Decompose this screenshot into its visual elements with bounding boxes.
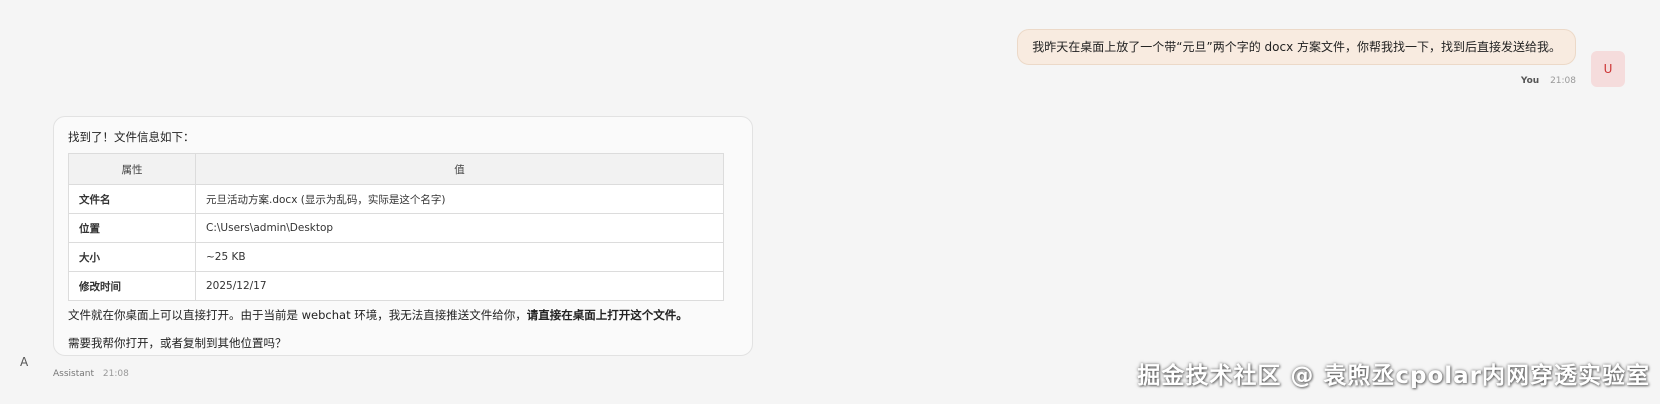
table-row: 文件名 元旦活动方案.docx (显示为乱码，实际是这个名字) bbox=[68, 184, 724, 214]
table-cell-key: 位置 bbox=[68, 213, 196, 243]
user-avatar: U bbox=[1591, 51, 1625, 87]
watermark: 掘金技术社区 @ 袁煦丞cpolar内网穿透实验室 bbox=[1137, 363, 1650, 389]
user-name: You bbox=[1520, 76, 1540, 86]
table-cell-value: 2025/12/17 bbox=[195, 271, 724, 301]
assistant-intro-text: 找到了！文件信息如下： bbox=[68, 130, 195, 144]
assistant-message-bubble: 找到了！文件信息如下： 属性 值 文件名 元旦活动方案.docx (显示为乱码，… bbox=[53, 116, 753, 356]
table-header-attribute: 属性 bbox=[68, 153, 196, 185]
table-cell-key: 修改时间 bbox=[68, 271, 196, 301]
assistant-avatar-letter: A bbox=[20, 355, 29, 369]
table-cell-key: 文件名 bbox=[68, 184, 196, 214]
table-cell-value: C:\Users\admin\Desktop bbox=[195, 213, 724, 243]
table-row: 大小 ~25 KB bbox=[68, 242, 724, 272]
table-row: 修改时间 2025/12/17 bbox=[68, 271, 724, 301]
assistant-question-text: 需要我帮你打开，或者复制到其他位置吗？ bbox=[68, 336, 287, 350]
user-message-meta: You 21:08 bbox=[1521, 76, 1576, 86]
table-header-value: 值 bbox=[195, 153, 724, 185]
user-message-bubble: 我昨天在桌面上放了一个带“元旦”两个字的 docx 方案文件，你帮我找一下，找到… bbox=[1017, 29, 1576, 65]
file-info-table: 属性 值 文件名 元旦活动方案.docx (显示为乱码，实际是这个名字) 位置 … bbox=[68, 153, 724, 301]
user-message-time: 21:08 bbox=[1550, 76, 1576, 86]
table-cell-key: 大小 bbox=[68, 242, 196, 272]
assistant-message-time: 21:08 bbox=[102, 369, 129, 379]
assistant-name: Assistant bbox=[53, 369, 95, 379]
assistant-followup-plain: 文件就在你桌面上可以直接打开。由于当前是 webchat 环境，我无法直接推送文… bbox=[68, 308, 527, 322]
user-avatar-letter: U bbox=[1603, 62, 1613, 76]
assistant-message-meta: Assistant 21:08 bbox=[53, 369, 129, 379]
assistant-followup-bold: 请直接在桌面上打开这个文件。 bbox=[526, 308, 688, 322]
table-cell-value: ~25 KB bbox=[195, 242, 724, 272]
user-message-text: 我昨天在桌面上放了一个带“元旦”两个字的 docx 方案文件，你帮我找一下，找到… bbox=[1032, 40, 1561, 54]
table-cell-value: 元旦活动方案.docx (显示为乱码，实际是这个名字) bbox=[195, 184, 724, 214]
assistant-avatar: A bbox=[20, 355, 28, 369]
assistant-followup-text: 文件就在你桌面上可以直接打开。由于当前是 webchat 环境，我无法直接推送文… bbox=[68, 307, 738, 323]
table-row: 位置 C:\Users\admin\Desktop bbox=[68, 213, 724, 243]
table-header-row: 属性 值 bbox=[68, 153, 724, 185]
